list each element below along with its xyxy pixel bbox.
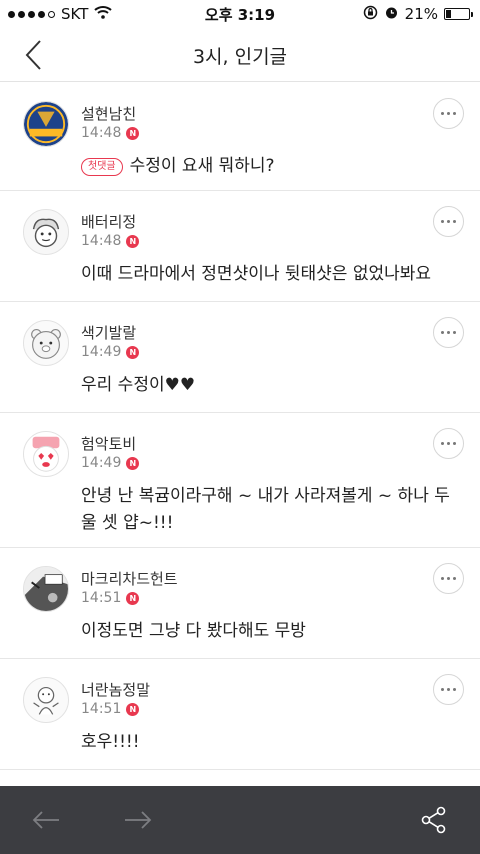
comment-meta: 14:49 N <box>81 344 140 360</box>
more-options-button[interactable] <box>433 317 464 348</box>
comment-text: 이정도면 그냥 다 봤다해도 무방 <box>81 621 306 641</box>
new-badge: N <box>126 126 140 140</box>
avatar[interactable] <box>23 566 69 612</box>
status-right: 21% <box>363 0 473 28</box>
avatar[interactable] <box>23 101 69 147</box>
comment-time: 14:51 <box>81 701 122 717</box>
comment-item: 색기발랄 14:49 N 우리 수정이♥♥ <box>0 302 480 413</box>
comment-time: 14:48 <box>81 125 122 141</box>
comment-author[interactable]: 배터리정 <box>81 211 136 232</box>
comic-panel-icon <box>24 567 68 611</box>
alarm-icon <box>384 5 399 24</box>
avatar[interactable] <box>23 209 69 255</box>
comment-text: 호우!!!! <box>81 732 140 752</box>
bottom-toolbar <box>0 786 480 854</box>
avatar[interactable] <box>23 320 69 366</box>
comment-meta: 14:51 N <box>81 590 140 606</box>
battery-percent: 21% <box>404 5 438 23</box>
comment-item: 마크리차드헌트 14:51 N 이정도면 그냥 다 봤다해도 무방 <box>0 548 480 659</box>
first-comment-badge: 첫댓글 <box>81 158 123 176</box>
more-options-button[interactable] <box>433 206 464 237</box>
more-options-button[interactable] <box>433 674 464 705</box>
share-button[interactable] <box>418 804 450 836</box>
new-badge: N <box>126 234 140 248</box>
comment-author[interactable]: 험악토비 <box>81 433 136 454</box>
browser-back-button[interactable] <box>30 804 62 836</box>
avatar[interactable] <box>23 677 69 723</box>
comment-item: 험악토비 14:49 N 안녕 난 복귬이라구해 ~ 내가 사라져볼게 ~ 하나… <box>0 413 480 548</box>
comment-item: 너란놈정말 14:51 N 호우!!!! <box>0 659 480 770</box>
comment-meta: 14:49 N <box>81 455 140 471</box>
page-title: 3시, 인기글 <box>192 46 288 68</box>
comment-meta: 14:48 N <box>81 125 140 141</box>
more-options-button[interactable] <box>433 563 464 594</box>
comment-author[interactable]: 설현남친 <box>81 103 136 124</box>
comment-text: 이때 드라마에서 정면샷이나 뒷태샷은 없었나봐요 <box>81 264 432 284</box>
arrow-left-icon <box>32 811 59 829</box>
comment-meta: 14:51 N <box>81 701 140 717</box>
comment-text: 수정이 요새 뭐하니? <box>129 156 275 176</box>
comment-author[interactable]: 색기발랄 <box>81 322 136 343</box>
doodle-person-icon <box>24 678 68 722</box>
cartoon-sketch-icon <box>24 210 68 254</box>
comment-item: 설현남친 14:48 N 첫댓글 수정이 요새 뭐하니? <box>0 83 480 191</box>
comment-time: 14:48 <box>81 233 122 249</box>
new-badge: N <box>126 702 140 716</box>
bear-face-icon <box>24 321 68 365</box>
comment-text-block: 첫댓글 수정이 요새 뭐하니? <box>81 153 451 180</box>
comment-author[interactable]: 너란놈정말 <box>81 679 150 700</box>
comment-time: 14:49 <box>81 344 122 360</box>
avatar[interactable] <box>23 431 69 477</box>
new-badge: N <box>126 591 140 605</box>
rotation-lock-icon <box>363 5 378 24</box>
more-options-button[interactable] <box>433 98 464 129</box>
battery-fill <box>446 10 451 18</box>
new-badge: N <box>126 456 140 470</box>
navigation-header: 3시, 인기글 <box>0 28 480 82</box>
comment-time: 14:51 <box>81 590 122 606</box>
new-badge: N <box>126 345 140 359</box>
comment-text: 우리 수정이♥♥ <box>81 375 196 395</box>
heart-eyes-character-icon <box>24 432 68 476</box>
more-options-button[interactable] <box>433 428 464 459</box>
arrow-right-icon <box>125 811 152 829</box>
status-bar: SKT 오후 3:19 21% <box>0 0 480 28</box>
comment-time: 14:49 <box>81 455 122 471</box>
comment-text: 안녕 난 복귬이라구해 ~ 내가 사라져볼게 ~ 하나 두울 셋 얍~!!! <box>81 486 450 533</box>
comment-author[interactable]: 마크리차드헌트 <box>81 568 178 589</box>
share-icon <box>421 806 446 834</box>
battery-icon <box>444 8 473 20</box>
warriors-logo-icon <box>24 102 68 146</box>
browser-forward-button[interactable] <box>122 804 154 836</box>
comment-item: 배터리정 14:48 N 이때 드라마에서 정면샷이나 뒷태샷은 없었나봐요 <box>0 191 480 302</box>
comment-meta: 14:48 N <box>81 233 140 249</box>
